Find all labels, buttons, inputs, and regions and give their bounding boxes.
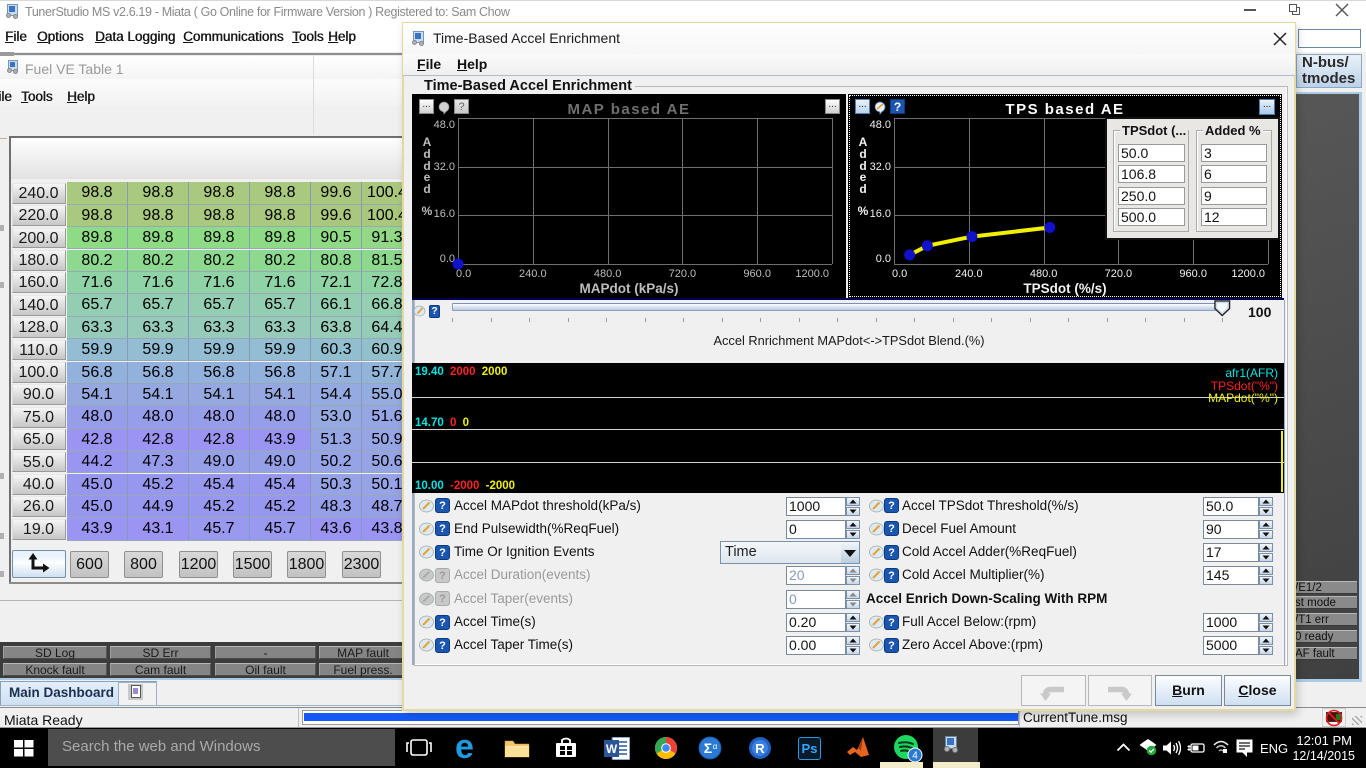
svg-text:4: 4 [912, 751, 918, 762]
svg-text:R: R [755, 741, 765, 756]
svg-text:α: α [713, 742, 718, 751]
svg-text:W: W [606, 742, 618, 756]
svg-text:Σ: Σ [704, 740, 712, 756]
